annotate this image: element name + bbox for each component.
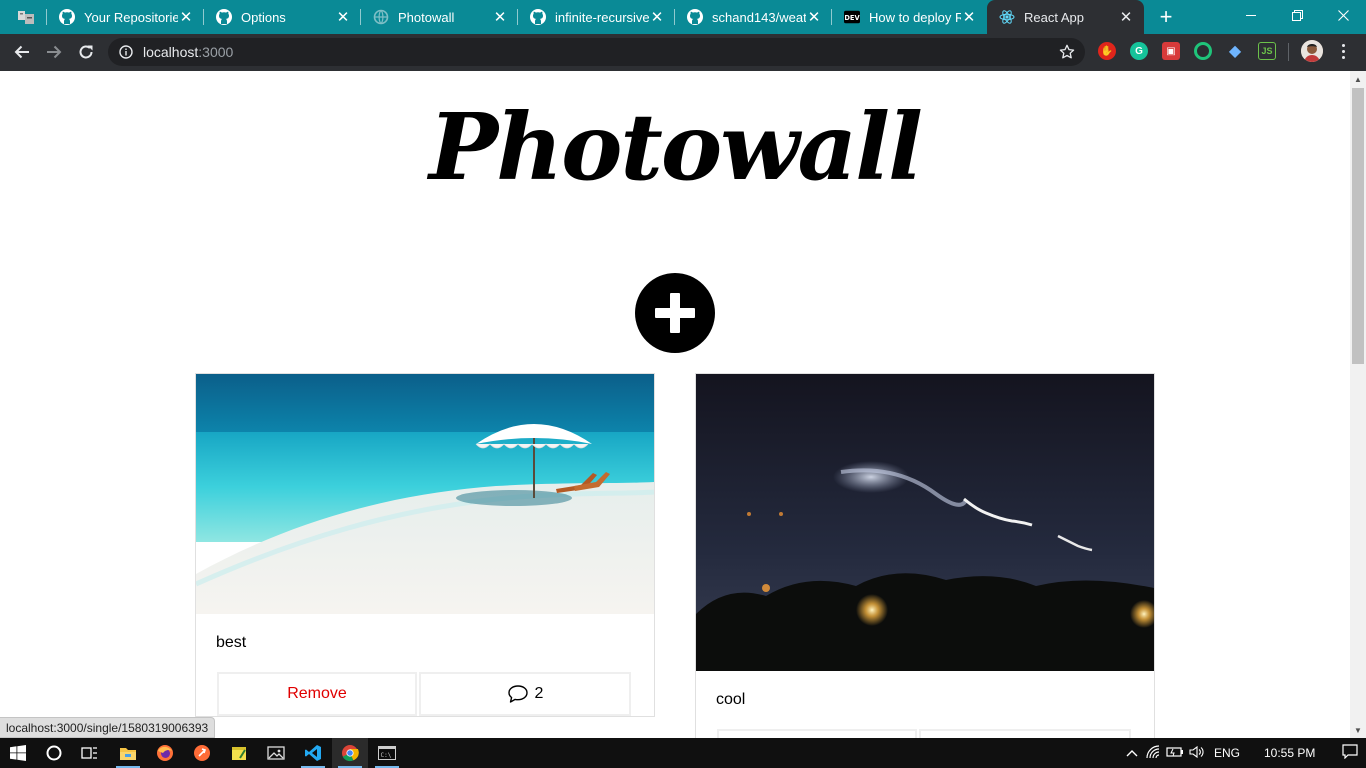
url-host: localhost	[143, 44, 199, 60]
github-icon	[216, 9, 232, 25]
page-scrollbar[interactable]: ▲ ▼	[1350, 71, 1366, 738]
back-button[interactable]	[8, 38, 36, 66]
comment-icon	[507, 685, 528, 703]
tab-title: infinite-recursive-	[555, 9, 649, 25]
firefox-icon[interactable]	[147, 738, 183, 768]
tab-title: Options	[241, 9, 286, 25]
github-icon	[530, 9, 546, 25]
github-icon	[59, 9, 75, 25]
beach-photo[interactable]	[196, 374, 654, 614]
nodejs-extension-icon[interactable]: JS	[1258, 42, 1276, 60]
scroll-down-arrow[interactable]: ▼	[1350, 722, 1366, 738]
close-icon[interactable]: ✕	[1118, 9, 1134, 26]
new-tab-button[interactable]: +	[1153, 4, 1179, 30]
close-icon[interactable]: ✕	[178, 9, 194, 26]
minimize-button[interactable]	[1228, 0, 1274, 30]
close-icon[interactable]: ✕	[492, 9, 508, 26]
photo-card: cool	[695, 373, 1155, 738]
tab-title: Photowall	[398, 9, 455, 25]
cortana-search-icon[interactable]	[36, 738, 72, 768]
page-viewport: Photowall best Remove 2 cool	[0, 71, 1350, 738]
terminal-icon[interactable]: C:\	[369, 738, 405, 768]
photo-caption: best	[216, 634, 247, 651]
battery-icon[interactable]	[1164, 746, 1186, 761]
comment-count: 2	[534, 685, 544, 702]
url-port: :3000	[198, 44, 234, 60]
tab-title: Your Repositories	[84, 9, 178, 25]
tab-react-app[interactable]: React App ✕	[987, 0, 1144, 34]
night-sky-photo[interactable]	[696, 374, 1154, 671]
remove-button[interactable]: Remove	[217, 672, 417, 716]
photo-caption: cool	[716, 691, 746, 708]
tab-infinite-recursive[interactable]: infinite-recursive- ✕	[518, 0, 675, 34]
tab-your-repositories[interactable]: Your Repositories ✕	[47, 0, 204, 34]
windows-taskbar: C:\ ENG 10:55 PM	[0, 738, 1366, 768]
forward-button[interactable]	[40, 38, 68, 66]
close-icon[interactable]: ✕	[806, 9, 822, 26]
svg-text:DEV: DEV	[844, 14, 860, 22]
chevron-up-icon[interactable]	[1122, 746, 1142, 760]
image-extension-icon[interactable]: ▣	[1162, 42, 1180, 60]
grammarly-extension-icon[interactable]: G	[1130, 42, 1148, 60]
diamond-extension-icon[interactable]: ◆	[1226, 42, 1244, 60]
close-icon[interactable]: ✕	[961, 9, 977, 26]
link-status-bubble: localhost:3000/single/1580319006393	[0, 717, 216, 738]
task-view-icon[interactable]	[72, 738, 108, 768]
target-extension-icon[interactable]	[1194, 42, 1212, 60]
browser-toolbar: localhost:3000 ✋ G ▣ ◆ JS	[0, 34, 1366, 71]
comments-button[interactable]	[919, 729, 1131, 738]
photo-card: best Remove 2	[195, 373, 655, 717]
scroll-thumb[interactable]	[1352, 88, 1364, 364]
tab-title: React App	[1024, 9, 1084, 25]
tab-title: schand143/weath	[712, 9, 806, 25]
tab-how-to-deploy[interactable]: DEV How to deploy Re ✕	[832, 0, 987, 34]
sticky-notes-icon[interactable]	[221, 738, 257, 768]
restore-button[interactable]	[1274, 0, 1320, 30]
close-icon[interactable]: ✕	[649, 9, 665, 26]
volume-icon[interactable]	[1186, 745, 1208, 762]
tab-options[interactable]: Options ✕	[204, 0, 361, 34]
svg-text:C:\: C:\	[381, 752, 392, 759]
react-icon	[999, 9, 1015, 25]
language-indicator[interactable]: ENG	[1214, 746, 1250, 760]
chrome-icon[interactable]	[332, 738, 368, 768]
tab-schand143-weather[interactable]: schand143/weath ✕	[675, 0, 832, 34]
tab-strip: Your Repositories ✕ Options ✕ Photowall …	[0, 0, 1366, 34]
wifi-icon[interactable]	[1142, 744, 1164, 762]
card-actions: Remove 2	[217, 672, 632, 716]
browser-menu-button[interactable]	[1336, 40, 1350, 62]
close-icon[interactable]: ✕	[335, 9, 351, 26]
comments-button[interactable]: 2	[419, 672, 631, 716]
close-window-button[interactable]	[1320, 0, 1366, 30]
scroll-up-arrow[interactable]: ▲	[1350, 71, 1366, 87]
page-title: Photowall	[429, 93, 923, 201]
globe-icon	[373, 9, 389, 25]
notifications-icon[interactable]	[1340, 744, 1360, 762]
add-photo-button[interactable]	[635, 273, 715, 353]
adblock-extension-icon[interactable]: ✋	[1098, 42, 1116, 60]
tab-photowall[interactable]: Photowall ✕	[361, 0, 518, 34]
clock[interactable]: 10:55 PM	[1264, 746, 1326, 760]
start-button[interactable]	[0, 738, 36, 768]
dev-icon: DEV	[844, 9, 860, 25]
apps-icon[interactable]	[8, 0, 44, 34]
postman-icon[interactable]	[184, 738, 220, 768]
profile-avatar[interactable]	[1301, 40, 1323, 62]
card-actions	[717, 729, 1132, 738]
system-tray: ENG 10:55 PM	[1122, 738, 1360, 768]
file-explorer-icon[interactable]	[110, 738, 146, 768]
vscode-icon[interactable]	[295, 738, 331, 768]
photos-app-icon[interactable]	[258, 738, 294, 768]
info-icon[interactable]	[119, 45, 133, 59]
tab-title: How to deploy Re	[869, 9, 961, 25]
github-icon	[687, 9, 703, 25]
address-bar[interactable]: localhost:3000	[108, 38, 1085, 66]
bookmark-star-icon[interactable]	[1059, 44, 1075, 60]
reload-button[interactable]	[72, 38, 100, 66]
remove-button[interactable]	[717, 729, 917, 738]
